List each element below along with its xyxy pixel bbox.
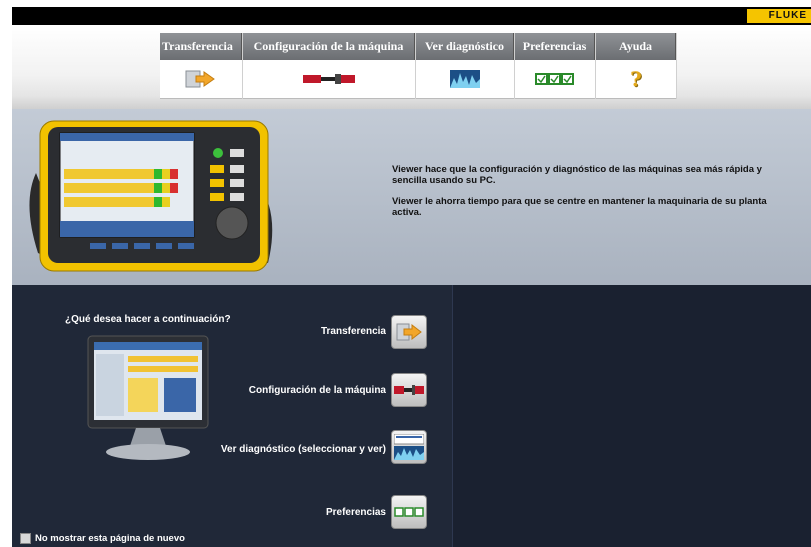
transfer-icon: [396, 323, 422, 341]
help-icon: ?: [630, 67, 642, 91]
action-ver-diagnostico-label[interactable]: Ver diagnóstico (seleccionar y ver): [200, 444, 386, 455]
dont-show-again-checkbox[interactable]: [20, 533, 31, 544]
info-line-2: Viewer le ahorra tiempo para que se cent…: [392, 196, 767, 218]
machine-config-icon: [303, 74, 355, 84]
action-transferencia-button[interactable]: [391, 315, 427, 349]
action-configuracion-label[interactable]: Configuración de la máquina: [200, 385, 386, 396]
main-tabs: Transferencia Configuración de la máquin…: [160, 33, 677, 99]
fluke-device-image: [29, 120, 273, 272]
diagnosis-icon: [394, 434, 424, 460]
preferences-icon: [394, 507, 424, 517]
tab-label: Ayuda: [596, 33, 676, 60]
tab-ver-diagnostico[interactable]: Ver diagnóstico: [416, 33, 515, 99]
action-preferencias-button[interactable]: [391, 495, 427, 529]
dont-show-again-label: No mostrar esta página de nuevo: [35, 533, 185, 544]
machine-config-icon: [394, 385, 424, 395]
preferences-icon: [535, 73, 574, 85]
action-preferencias-label[interactable]: Preferencias: [250, 507, 386, 518]
tab-label: Configuración de la máquina: [243, 33, 415, 60]
monitor-image: [87, 335, 209, 460]
tab-transferencia[interactable]: Transferencia: [160, 33, 243, 99]
tab-preferencias[interactable]: Preferencias: [515, 33, 596, 99]
fluke-logo: FLUKE: [747, 9, 811, 23]
info-line-1: Viewer hace que la configuración y diagn…: [392, 164, 762, 186]
transfer-icon: [185, 70, 215, 88]
tab-ayuda[interactable]: Ayuda ?: [596, 33, 677, 99]
diagnosis-icon: [450, 70, 480, 88]
info-text: Viewer hace que la configuración y diagn…: [392, 164, 772, 228]
tab-configuracion[interactable]: Configuración de la máquina: [243, 33, 416, 99]
dont-show-again-row[interactable]: No mostrar esta página de nuevo: [20, 533, 185, 544]
tab-label: Preferencias: [515, 33, 595, 60]
tab-label: Ver diagnóstico: [416, 33, 514, 60]
action-transferencia-label[interactable]: Transferencia: [250, 326, 386, 337]
question-heading: ¿Qué desea hacer a continuación?: [65, 314, 231, 325]
tab-label: Transferencia: [160, 33, 242, 60]
action-configuracion-button[interactable]: [391, 373, 427, 407]
top-black-bar: FLUKE: [12, 7, 811, 25]
action-ver-diagnostico-button[interactable]: [391, 430, 427, 464]
